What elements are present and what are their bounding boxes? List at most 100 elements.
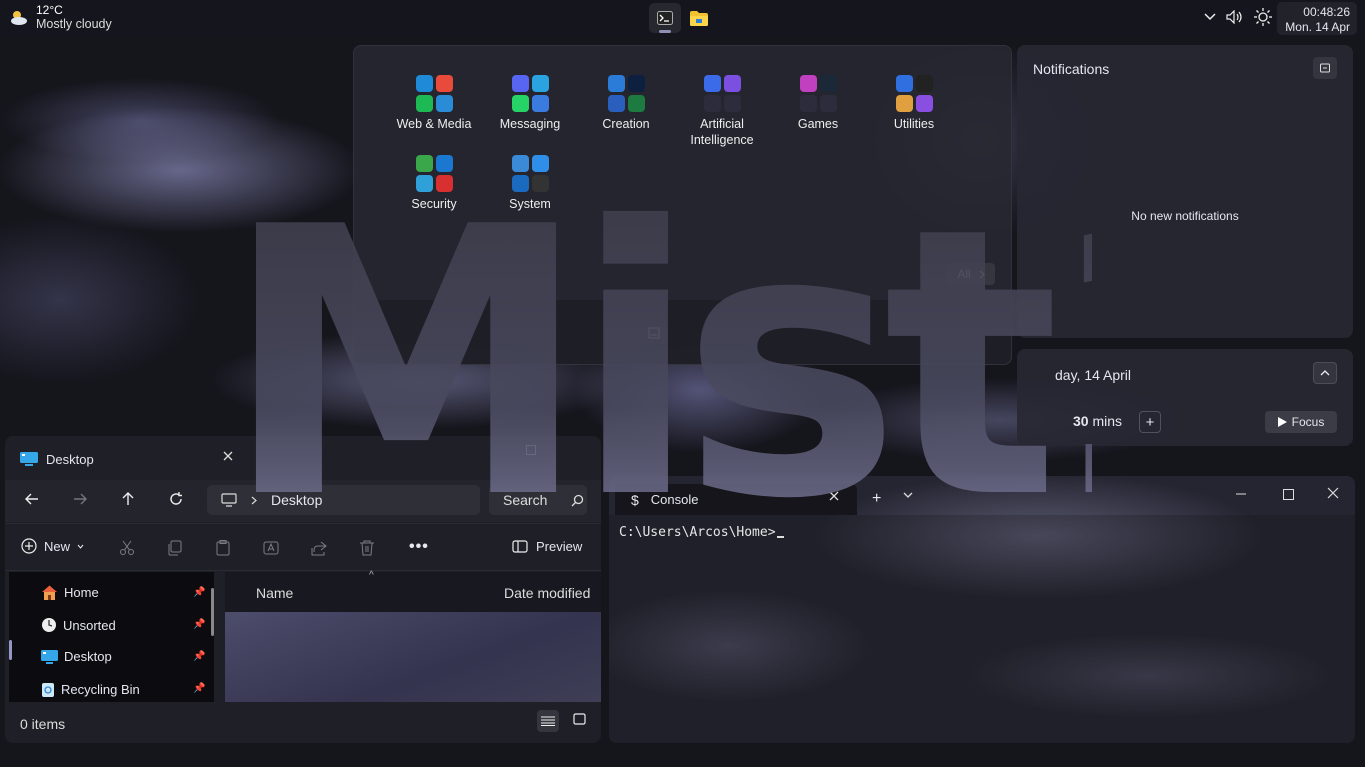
new-label: New [44,538,71,554]
folder-utilities-icon [895,74,933,112]
clock[interactable]: 00:48:26 Mon. 14 Apr [1277,2,1357,35]
volume-icon[interactable] [1226,10,1244,24]
search-icon [571,494,584,506]
notification-settings-button[interactable] [1313,57,1337,79]
up-arrow-icon[interactable] [121,492,135,506]
breadcrumb-chevron-icon [251,496,257,504]
sidebar-item-label: Recycling Bin [61,681,140,697]
folder-web-media[interactable]: Web & Media [386,74,482,132]
rename-icon[interactable] [263,540,279,556]
terminal-prompt: C:\Users\Arcos\Home> [619,525,784,540]
dollar-icon: $ [631,491,639,508]
sidebar-item-recycling-bin[interactable]: Recycling Bin [41,681,140,697]
increase-focus-button[interactable]: + [1139,411,1161,433]
refresh-icon[interactable] [169,492,183,506]
terminal-icon [657,11,673,25]
maximize-button[interactable] [526,445,536,455]
preview-button[interactable]: Preview [512,539,582,554]
focus-minutes-unit: mins [1092,413,1123,429]
taskbar-file-explorer-button[interactable] [683,3,715,33]
chevron-up-icon [1320,370,1330,376]
computer-icon [221,493,237,507]
sidebar-item-label: Desktop [64,649,112,664]
address-path: Desktop [271,492,323,508]
chevron-down-icon [77,544,84,549]
folder-label: Games [797,117,839,131]
details-view-button[interactable] [537,710,559,732]
minimize-icon[interactable] [1235,488,1247,500]
sidebar-item-unsorted[interactable]: Unsorted [41,617,116,633]
close-tab-icon[interactable] [829,491,839,501]
calendar-panel: day, 14 April 30 mins + Focus [1017,349,1353,446]
close-tab-icon[interactable] [223,451,233,461]
selection-indicator [9,640,12,660]
explorer-tab[interactable]: Desktop [10,444,244,474]
desktop-icon [20,452,38,466]
terminal-output[interactable]: C:\Users\Arcos\Home> [609,515,1355,743]
delete-icon[interactable] [359,540,375,556]
terminal-tab[interactable]: $ Console [615,484,857,515]
sidebar-item-home[interactable]: Home [41,585,99,600]
sidebar-item-desktop[interactable]: Desktop [41,649,112,664]
pin-icon[interactable]: 📌 [193,619,205,630]
calendar-collapse-button[interactable] [1313,362,1337,384]
close-icon[interactable] [1327,487,1339,499]
address-bar[interactable]: Desktop [207,485,480,515]
folder-label: System [509,197,551,211]
pin-icon[interactable]: 📌 [193,683,205,694]
preview-pane-icon [512,540,528,553]
clear-notifications-icon [1320,63,1330,73]
home-icon [42,585,57,600]
copy-icon[interactable] [167,540,183,556]
more-options-icon[interactable]: ••• [409,538,429,556]
chevron-down-icon[interactable] [903,492,913,499]
folder-ai-icon [703,74,741,112]
focus-label: Focus [1291,415,1325,429]
chevron-down-icon[interactable] [1204,13,1216,21]
folder-security[interactable]: Security [386,154,482,212]
sidebar-item-label: Home [64,585,99,600]
system-tray [1204,8,1272,26]
focus-button[interactable]: Focus [1265,411,1337,433]
folder-creation[interactable]: Creation [578,74,674,132]
all-apps-label: All [957,267,971,281]
column-header-name[interactable]: Name [256,585,293,601]
file-list-body[interactable] [225,612,601,702]
folder-messaging[interactable]: Messaging [482,74,578,132]
folder-system[interactable]: System [482,154,578,212]
tiles-view-icon[interactable] [573,713,586,725]
play-icon [1277,417,1287,427]
notifications-title: Notifications [1033,61,1110,77]
brightness-icon[interactable] [1254,8,1272,26]
clock-date: Mon. 14 Apr [1285,20,1350,34]
folder-label: Web & Media [396,117,472,131]
clock-icon [42,618,56,632]
weather-widget[interactable]: 12°C Mostly cloudy [8,3,112,31]
back-arrow-icon[interactable] [25,492,39,506]
new-button[interactable]: New [21,538,84,554]
maximize-icon[interactable] [1283,489,1294,500]
folder-label: Utilities [893,117,935,131]
start-menu: Web & Media Messaging Creation Artificia… [353,45,1012,365]
power-options-icon[interactable] [648,327,660,339]
pin-icon[interactable]: 📌 [193,651,205,662]
terminal-tab-title: Console [650,492,699,507]
taskbar-terminal-button[interactable] [649,3,681,33]
new-tab-icon[interactable]: + [872,490,881,508]
status-bar: 0 items [5,702,601,743]
share-icon[interactable] [311,540,327,556]
folder-artificial-intelligence[interactable]: Artificial Intelligence [674,74,770,148]
folder-games[interactable]: Games [770,74,866,132]
notification-center: Notifications No new notifications [1017,45,1353,338]
paste-icon[interactable] [215,540,231,556]
column-header-date-modified[interactable]: Date modified [504,585,590,601]
sort-up-icon[interactable]: ^ [369,570,374,581]
forward-arrow-icon[interactable] [73,492,87,506]
navigation-scrollbar[interactable] [211,588,214,636]
cut-icon[interactable] [119,540,135,556]
folder-utilities[interactable]: Utilities [866,74,962,132]
all-apps-button[interactable]: All [947,263,995,285]
pin-icon[interactable]: 📌 [193,587,205,598]
search-box[interactable]: Search [489,485,587,515]
folder-web-media-icon [415,74,453,112]
